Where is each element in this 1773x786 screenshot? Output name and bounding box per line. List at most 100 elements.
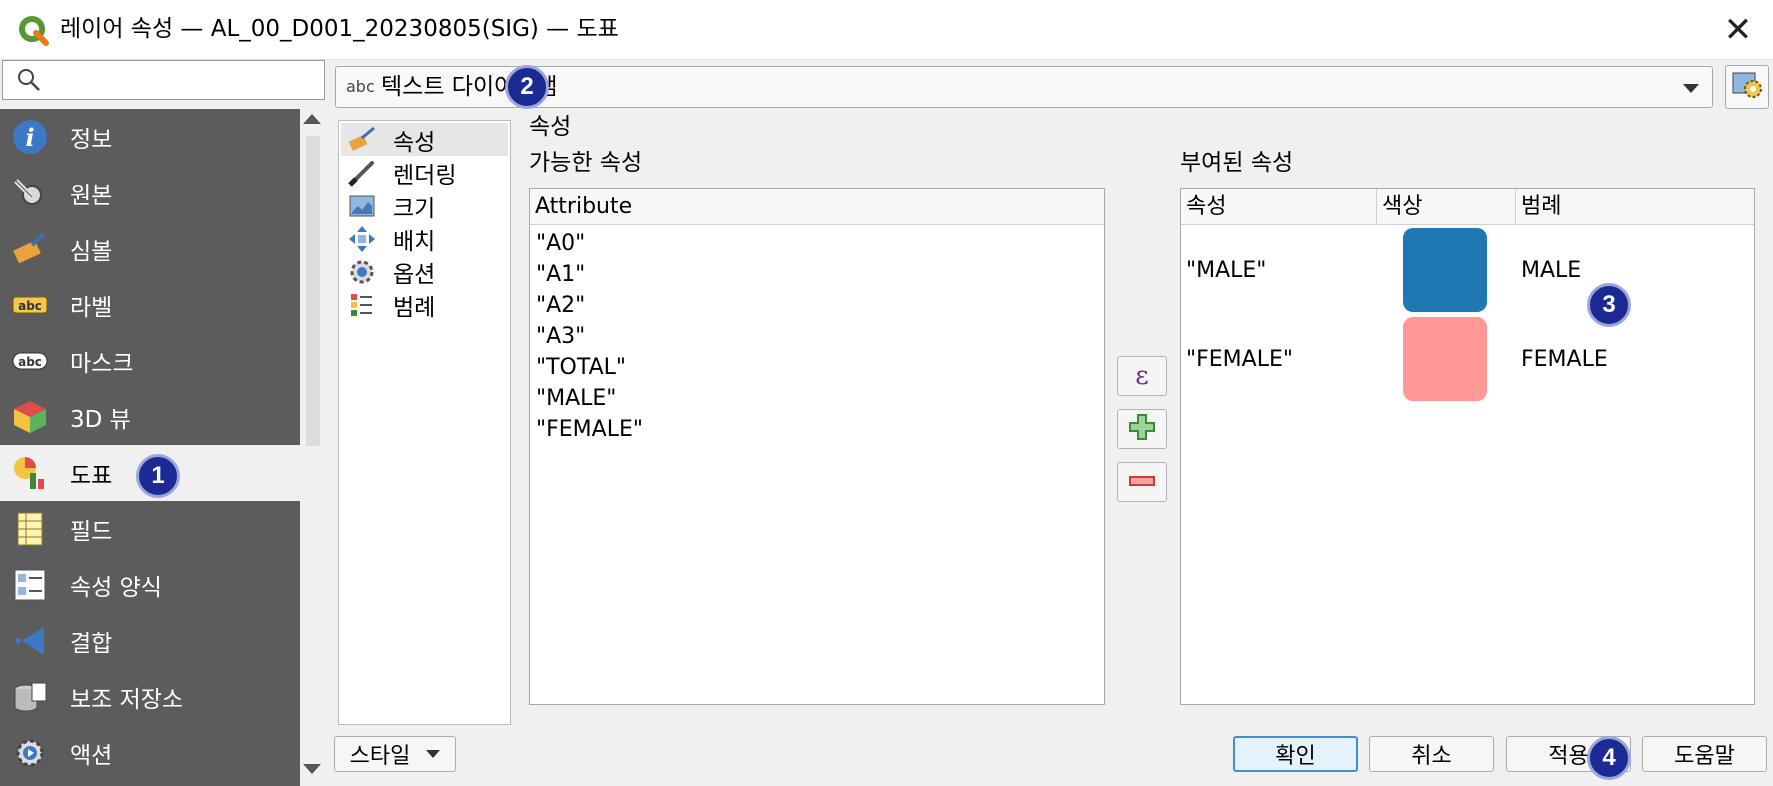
joins-icon (10, 621, 50, 661)
svg-text:i: i (25, 123, 34, 152)
sidebar-item-labels[interactable]: abc 라벨 (0, 277, 300, 333)
add-expression-button[interactable]: ε (1117, 356, 1167, 396)
expression-epsilon-icon: ε (1135, 361, 1149, 391)
sidebar-item-label: 라벨 (70, 295, 113, 321)
sidebar-item-label: 도표 (70, 463, 113, 489)
scroll-up-arrow-icon[interactable] (303, 114, 321, 124)
sidebar: i 정보 원본 심볼 abc 라벨 abc 마스크 3D 뷰 도표 필드 속성 … (0, 109, 300, 786)
ok-button[interactable]: 확인 (1233, 736, 1358, 772)
subnav-item-options[interactable]: 옵션 (341, 255, 508, 288)
sidebar-item-actions[interactable]: 액션 (0, 725, 300, 781)
labels-abc-icon: abc (10, 285, 50, 325)
available-attributes-list[interactable]: Attribute "A0" "A1" "A2" "A3" "TOTAL" "M… (529, 188, 1105, 705)
sidebar-item-symbology[interactable]: 심볼 (0, 221, 300, 277)
scroll-down-arrow-icon[interactable] (303, 764, 321, 774)
subnav-item-size[interactable]: 크기 (341, 189, 508, 222)
list-item[interactable]: "A0" (536, 229, 585, 259)
settings-gear-icon (1731, 69, 1763, 105)
subnav-item-legend[interactable]: 범례 (341, 288, 508, 321)
sidebar-item-label: 원본 (70, 183, 113, 209)
symbology-paintbrush-icon (10, 229, 50, 269)
assigned-attribute-cell[interactable]: "FEMALE" (1186, 345, 1293, 375)
sidebar-item-3d-view[interactable]: 3D 뷰 (0, 389, 300, 445)
list-item[interactable]: "A3" (536, 322, 585, 352)
rendering-brush-icon (347, 158, 377, 188)
sidebar-item-label: 결합 (70, 631, 113, 657)
subnav-item-label: 범례 (393, 294, 436, 321)
color-swatch-male[interactable] (1403, 228, 1487, 312)
diagram-subnav-list: 속성 렌더링 크기 배치 옵션 범례 (338, 120, 511, 725)
auxiliary-storage-icon (10, 677, 50, 717)
close-button[interactable]: ✕ (1715, 8, 1761, 52)
placement-icon (347, 224, 377, 254)
list-item[interactable]: "A1" (536, 260, 585, 290)
cancel-button[interactable]: 취소 (1369, 736, 1494, 772)
actions-gear-icon (10, 733, 50, 773)
minus-icon (1128, 473, 1156, 492)
list-item[interactable]: "MALE" (536, 384, 616, 414)
sidebar-item-info[interactable]: i 정보 (0, 109, 300, 165)
assigned-attributes-label: 부여된 속성 (1180, 150, 1294, 176)
sidebar-item-label: 액션 (70, 743, 113, 769)
callout-marker-4: 4 (1587, 736, 1631, 780)
search-icon (17, 68, 41, 96)
list-item[interactable]: "TOTAL" (536, 353, 626, 383)
style-menu-button[interactable]: 스타일 (334, 736, 456, 772)
remove-attribute-button[interactable] (1117, 462, 1167, 502)
sidebar-item-label: 정보 (70, 127, 113, 153)
sidebar-item-joins[interactable]: 결합 (0, 613, 300, 669)
attribute-column-header[interactable]: 속성 (1181, 189, 1376, 225)
info-icon: i (10, 117, 50, 157)
subnav-item-label: 옵션 (393, 261, 436, 288)
subnav-item-label: 속성 (393, 129, 436, 156)
sidebar-item-label: 속성 양식 (70, 575, 162, 601)
attributes-brush-icon (347, 125, 377, 155)
chevron-down-icon (426, 750, 441, 758)
help-button[interactable]: 도움말 (1642, 736, 1767, 772)
subnav-item-label: 크기 (393, 195, 436, 222)
legend-column-header[interactable]: 범례 (1516, 189, 1754, 225)
options-icon (347, 257, 377, 287)
sidebar-item-source[interactable]: 원본 (0, 165, 300, 221)
scrollbar-thumb[interactable] (306, 136, 320, 446)
chevron-down-icon (1683, 84, 1699, 93)
legend-cell[interactable]: FEMALE (1521, 345, 1608, 375)
qgis-logo-icon (18, 15, 50, 47)
size-icon (347, 191, 377, 221)
sidebar-item-attributes-form[interactable]: 속성 양식 (0, 557, 300, 613)
list-item[interactable]: "A2" (536, 291, 585, 321)
subnav-item-placement[interactable]: 배치 (341, 222, 508, 255)
diagram-settings-button[interactable] (1725, 65, 1769, 109)
assigned-attributes-table[interactable]: 속성 색상 범례 "MALE" MALE "FEMALE" FEMALE (1180, 188, 1755, 705)
assigned-attribute-cell[interactable]: "MALE" (1186, 256, 1266, 286)
section-title: 속성 (529, 114, 572, 140)
sidebar-item-auxiliary-storage[interactable]: 보조 저장소 (0, 669, 300, 725)
callout-marker-3: 3 (1587, 283, 1631, 327)
add-attribute-button[interactable] (1117, 409, 1167, 449)
sidebar-item-label: 마스크 (70, 351, 134, 377)
attribute-column-header[interactable]: Attribute (530, 189, 1104, 225)
window-title: 레이어 속성 — AL_00_D001_20230805(SIG) — 도표 (60, 16, 619, 42)
legend-cell[interactable]: MALE (1521, 256, 1581, 286)
sidebar-item-fields[interactable]: 필드 (0, 501, 300, 557)
sidebar-item-label: 3D 뷰 (70, 407, 131, 433)
color-swatch-female[interactable] (1403, 317, 1487, 401)
diagram-chart-icon (10, 453, 50, 493)
attributes-form-icon (10, 565, 50, 605)
color-column-header[interactable]: 색상 (1377, 189, 1515, 225)
subnav-item-attributes[interactable]: 속성 (341, 123, 508, 156)
mask-abc-icon: abc (10, 341, 50, 381)
subnav-item-label: 배치 (393, 228, 436, 255)
svg-text:abc: abc (18, 299, 42, 313)
sidebar-item-label: 보조 저장소 (70, 687, 184, 713)
subnav-item-label: 렌더링 (393, 162, 457, 189)
3d-cube-icon (10, 397, 50, 437)
title-bar: 레이어 속성 — AL_00_D001_20230805(SIG) — 도표 ✕ (0, 0, 1773, 60)
sidebar-item-mask[interactable]: abc 마스크 (0, 333, 300, 389)
close-icon: ✕ (1723, 10, 1753, 50)
list-item[interactable]: "FEMALE" (536, 415, 643, 445)
style-button-label: 스타일 (349, 744, 411, 769)
available-attributes-label: 가능한 속성 (529, 150, 643, 176)
sidebar-search-input[interactable] (2, 60, 325, 100)
subnav-item-rendering[interactable]: 렌더링 (341, 156, 508, 189)
